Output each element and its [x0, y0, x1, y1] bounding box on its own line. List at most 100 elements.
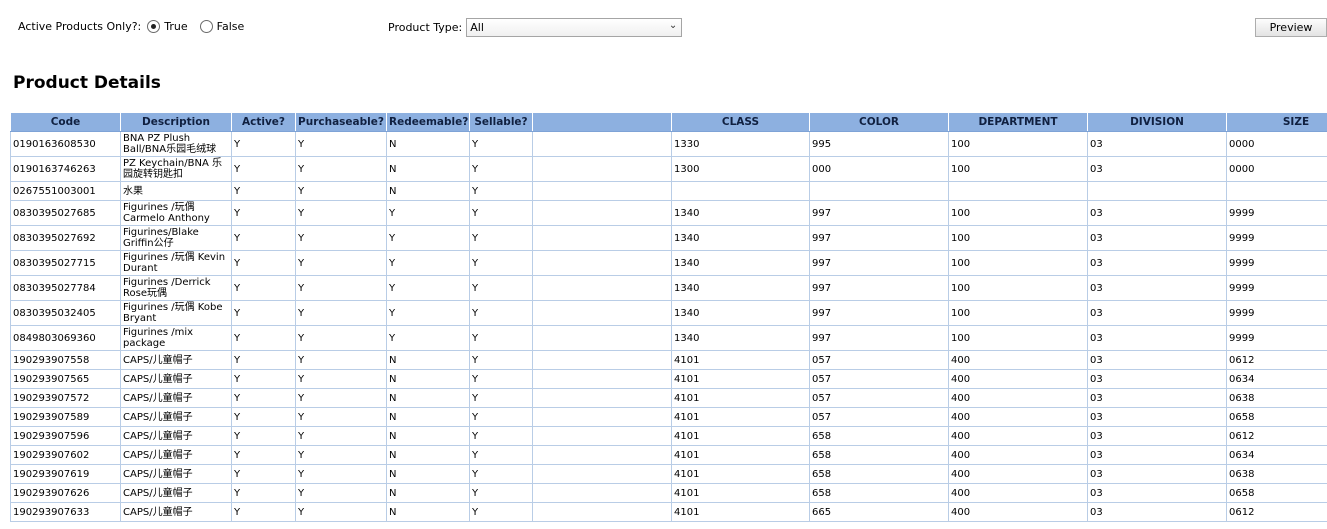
- column-header-active[interactable]: Active?: [231, 112, 296, 132]
- true-radio-label[interactable]: True: [164, 20, 187, 33]
- cell-purchaseable: Y: [295, 200, 387, 226]
- column-header-code[interactable]: Code: [10, 112, 121, 132]
- column-header-sellable[interactable]: Sellable?: [469, 112, 533, 132]
- cell-description: Figurines /玩偶 Kevin Durant: [120, 250, 232, 276]
- cell-class: 4101: [671, 407, 810, 427]
- cell-department: 400: [948, 388, 1088, 408]
- cell-blank: [532, 350, 672, 370]
- table-row[interactable]: 190293907565 CAPS/儿童帽子 Y Y N Y 4101 057 400 03 063…: [10, 369, 1327, 389]
- table-row[interactable]: 190293907596 CAPS/儿童帽子 Y Y N Y 4101 658 400 03 061…: [10, 426, 1327, 446]
- cell-sellable: Y: [469, 325, 533, 351]
- true-radio[interactable]: [147, 19, 161, 33]
- cell-code: 190293907633: [10, 502, 121, 522]
- cell-department: [948, 181, 1088, 201]
- table-row[interactable]: 0830395027685 Figurines /玩偶 Carmelo Antho…: [10, 200, 1327, 226]
- cell-size: 0612: [1226, 426, 1327, 446]
- cell-color: 997: [809, 250, 949, 276]
- table-row[interactable]: 190293907558 CAPS/儿童帽子 Y Y N Y 4101 057 400 03 061…: [10, 350, 1327, 370]
- table-body: 0190163608530 BNA PZ Plush Ball/BNA乐园毛绒球 Y…: [10, 131, 1327, 522]
- cell-class: 1300: [671, 156, 810, 182]
- table-row[interactable]: 190293907633 CAPS/儿童帽子 Y Y N Y 4101 665 400 03 061…: [10, 502, 1327, 522]
- column-header-department[interactable]: DEPARTMENT: [948, 112, 1088, 132]
- cell-class: 4101: [671, 502, 810, 522]
- cell-purchaseable: Y: [295, 325, 387, 351]
- cell-code: 190293907565: [10, 369, 121, 389]
- table-row[interactable]: 190293907626 CAPS/儿童帽子 Y Y N Y 4101 658 400 03 065…: [10, 483, 1327, 503]
- table-row[interactable]: 190293907572 CAPS/儿童帽子 Y Y N Y 4101 057 400 03 063…: [10, 388, 1327, 408]
- column-header-division[interactable]: DIVISION: [1087, 112, 1227, 132]
- column-header-description[interactable]: Description: [120, 112, 232, 132]
- cell-sellable: Y: [469, 181, 533, 201]
- preview-button[interactable]: Preview: [1255, 18, 1327, 37]
- cell-color: 997: [809, 325, 949, 351]
- cell-size: 0612: [1226, 350, 1327, 370]
- cell-purchaseable: Y: [295, 464, 387, 484]
- cell-active: Y: [231, 388, 296, 408]
- cell-size: 9999: [1226, 200, 1327, 226]
- table-row[interactable]: 190293907602 CAPS/儿童帽子 Y Y N Y 4101 658 400 03 063…: [10, 445, 1327, 465]
- cell-division: 03: [1087, 300, 1227, 326]
- column-header-size[interactable]: SIZE: [1226, 112, 1327, 132]
- cell-active: Y: [231, 350, 296, 370]
- cell-redeemable: N: [386, 407, 470, 427]
- column-header-purchaseable[interactable]: Purchaseable?: [295, 112, 387, 132]
- cell-purchaseable: Y: [295, 483, 387, 503]
- cell-sellable: Y: [469, 350, 533, 370]
- table-row[interactable]: 0849803069360 Figurines /mix package Y Y Y Y 1…: [10, 325, 1327, 351]
- cell-code: 190293907572: [10, 388, 121, 408]
- cell-active: Y: [231, 325, 296, 351]
- cell-department: 100: [948, 275, 1088, 301]
- cell-description: CAPS/儿童帽子: [120, 407, 232, 427]
- product-type-select[interactable]: All ⌄: [466, 17, 683, 37]
- table-row[interactable]: 0267551003001 水果 Y Y N Y: [10, 181, 1327, 201]
- cell-class: 4101: [671, 350, 810, 370]
- column-header-class[interactable]: CLASS: [671, 112, 810, 132]
- table-row[interactable]: 0830395027715 Figurines /玩偶 Kevin Durant Y…: [10, 250, 1327, 276]
- table-row[interactable]: 0830395027784 Figurines /Derrick Rose玩偶 Y Y…: [10, 275, 1327, 301]
- product-type-filter: Product Type: All ⌄: [388, 16, 683, 38]
- cell-active: Y: [231, 131, 296, 157]
- table-row[interactable]: 0830395027692 Figurines/Blake Griffin公仔 Y Y…: [10, 225, 1327, 251]
- cell-purchaseable: Y: [295, 426, 387, 446]
- cell-blank: [532, 325, 672, 351]
- cell-department: 400: [948, 407, 1088, 427]
- cell-department: 100: [948, 325, 1088, 351]
- table-row[interactable]: 0190163746263 PZ Keychain/BNA 乐园旋转钥匙扣 Y Y N Y…: [10, 156, 1327, 182]
- column-header-color[interactable]: COLOR: [809, 112, 949, 132]
- cell-purchaseable: Y: [295, 369, 387, 389]
- cell-blank: [532, 445, 672, 465]
- cell-description: CAPS/儿童帽子: [120, 388, 232, 408]
- table-row[interactable]: 190293907619 CAPS/儿童帽子 Y Y N Y 4101 658 400 03 063…: [10, 464, 1327, 484]
- cell-class: 1340: [671, 275, 810, 301]
- cell-color: 057: [809, 388, 949, 408]
- column-header-redeemable[interactable]: Redeemable?: [386, 112, 470, 132]
- false-radio-label[interactable]: False: [217, 20, 245, 33]
- cell-division: 03: [1087, 156, 1227, 182]
- table-row[interactable]: 0830395032405 Figurines /玩偶 Kobe Bryant Y Y…: [10, 300, 1327, 326]
- cell-color: 057: [809, 369, 949, 389]
- table-row[interactable]: 190293907589 CAPS/儿童帽子 Y Y N Y 4101 057 400 03 065…: [10, 407, 1327, 427]
- cell-active: Y: [231, 502, 296, 522]
- cell-redeemable: N: [386, 388, 470, 408]
- cell-color: 057: [809, 407, 949, 427]
- table-row[interactable]: 0190163608530 BNA PZ Plush Ball/BNA乐园毛绒球 Y…: [10, 131, 1327, 157]
- cell-color: 997: [809, 275, 949, 301]
- product-details-table-wrap[interactable]: Code Description Active? Purchaseable? Redee…: [10, 112, 1327, 529]
- cell-department: 100: [948, 225, 1088, 251]
- cell-code: 190293907596: [10, 426, 121, 446]
- cell-blank: [532, 131, 672, 157]
- cell-color: 057: [809, 350, 949, 370]
- false-radio[interactable]: [199, 19, 213, 33]
- column-header-blank[interactable]: [532, 112, 672, 132]
- cell-division: 03: [1087, 407, 1227, 427]
- cell-division: 03: [1087, 426, 1227, 446]
- cell-blank: [532, 156, 672, 182]
- cell-code: 0267551003001: [10, 181, 121, 201]
- cell-size: 0638: [1226, 388, 1327, 408]
- cell-department: 400: [948, 426, 1088, 446]
- cell-department: 100: [948, 200, 1088, 226]
- cell-size: 0000: [1226, 131, 1327, 157]
- cell-redeemable: Y: [386, 225, 470, 251]
- cell-code: 190293907619: [10, 464, 121, 484]
- cell-active: Y: [231, 200, 296, 226]
